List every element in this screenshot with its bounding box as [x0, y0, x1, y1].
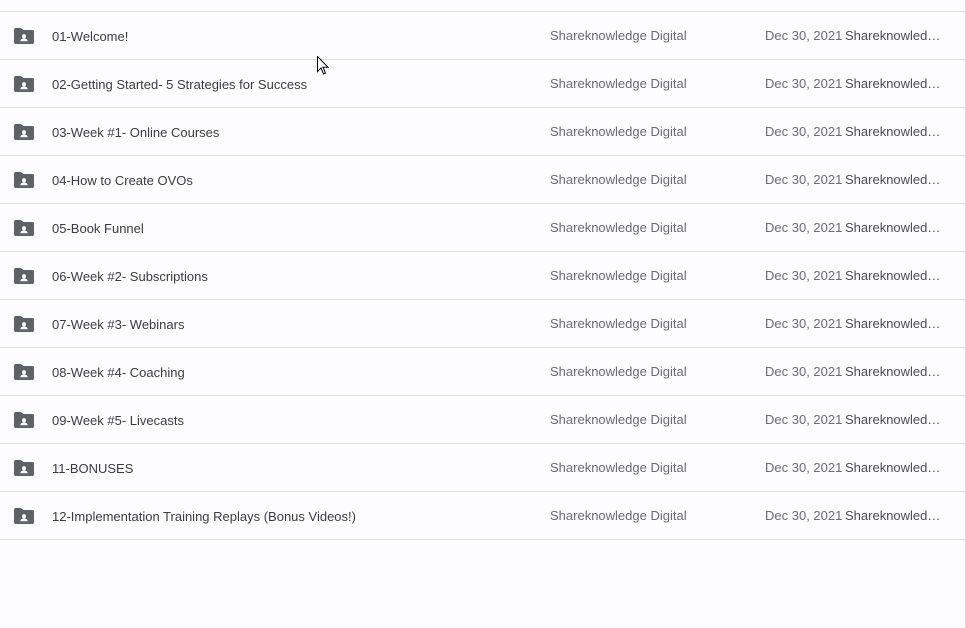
folder-name[interactable]: 01-Welcome! [52, 12, 128, 59]
folder-row[interactable]: 02-Getting Started- 5 Strategies for Suc… [0, 60, 965, 108]
folder-owner: Shareknowledge Digital [550, 124, 687, 139]
folder-owner: Shareknowledge Digital [550, 460, 687, 475]
folder-modified-date: Dec 30, 2021 [765, 460, 843, 475]
folder-modified-by: Shareknowledge Digital [845, 172, 943, 187]
folder-row[interactable]: 05-Book Funnel Shareknowledge Digital De… [0, 204, 965, 252]
folder-name[interactable]: 09-Week #5- Livecasts [52, 396, 184, 443]
folder-modified-date: Dec 30, 2021 [765, 124, 843, 139]
folder-modified-date: Dec 30, 2021 [765, 268, 843, 283]
folder-name[interactable]: 11-BONUSES [52, 444, 133, 491]
folder-name[interactable]: 02-Getting Started- 5 Strategies for Suc… [52, 60, 307, 107]
folder-owner: Shareknowledge Digital [550, 508, 687, 523]
folder-owner: Shareknowledge Digital [550, 172, 687, 187]
shared-folder-icon [14, 268, 34, 284]
folder-row[interactable]: 08-Week #4- Coaching Shareknowledge Digi… [0, 348, 965, 396]
folder-row[interactable]: 07-Week #3- Webinars Shareknowledge Digi… [0, 300, 965, 348]
folder-row[interactable]: 11-BONUSES Shareknowledge Digital Dec 30… [0, 444, 965, 492]
folder-modified-date: Dec 30, 2021 [765, 76, 843, 91]
folder-modified-by: Shareknowledge Digital [845, 508, 943, 523]
folder-owner: Shareknowledge Digital [550, 412, 687, 427]
folder-modified-by: Shareknowledge Digital [845, 412, 943, 427]
shared-folder-icon [14, 76, 34, 92]
file-list-view: 01-Welcome! Shareknowledge Digital Dec 3… [0, 0, 966, 628]
shared-folder-icon [14, 460, 34, 476]
folder-modified-by: Shareknowledge Digital [845, 76, 943, 91]
folder-modified-date: Dec 30, 2021 [765, 316, 843, 331]
folder-modified-date: Dec 30, 2021 [765, 508, 843, 523]
folder-row[interactable]: 01-Welcome! Shareknowledge Digital Dec 3… [0, 12, 965, 60]
folder-name[interactable]: 12-Implementation Training Replays (Bonu… [52, 492, 356, 539]
folder-modified-by: Shareknowledge Digital [845, 124, 943, 139]
folder-name[interactable]: 03-Week #1- Online Courses [52, 108, 219, 155]
folder-modified-by: Shareknowledge Digital [845, 460, 943, 475]
folder-modified-by: Shareknowledge Digital [845, 220, 943, 235]
folder-owner: Shareknowledge Digital [550, 28, 687, 43]
folder-modified-date: Dec 30, 2021 [765, 412, 843, 427]
folder-name[interactable]: 06-Week #2- Subscriptions [52, 252, 208, 299]
shared-folder-icon [14, 508, 34, 524]
folder-owner: Shareknowledge Digital [550, 268, 687, 283]
shared-folder-icon [14, 316, 34, 332]
folder-row[interactable]: 06-Week #2- Subscriptions Shareknowledge… [0, 252, 965, 300]
folder-name[interactable]: 07-Week #3- Webinars [52, 300, 184, 347]
folder-name[interactable]: 04-How to Create OVOs [52, 156, 193, 203]
folder-owner: Shareknowledge Digital [550, 364, 687, 379]
folder-name[interactable]: 08-Week #4- Coaching [52, 348, 185, 395]
shared-folder-icon [14, 28, 34, 44]
folder-row[interactable]: 03-Week #1- Online Courses Shareknowledg… [0, 108, 965, 156]
folder-row[interactable]: 09-Week #5- Livecasts Shareknowledge Dig… [0, 396, 965, 444]
folder-name[interactable]: 05-Book Funnel [52, 204, 144, 251]
shared-folder-icon [14, 172, 34, 188]
folder-owner: Shareknowledge Digital [550, 220, 687, 235]
folder-modified-date: Dec 30, 2021 [765, 220, 843, 235]
shared-folder-icon [14, 220, 34, 236]
folder-row[interactable]: 04-How to Create OVOs Shareknowledge Dig… [0, 156, 965, 204]
folder-modified-date: Dec 30, 2021 [765, 28, 843, 43]
shared-folder-icon [14, 364, 34, 380]
folder-list: 01-Welcome! Shareknowledge Digital Dec 3… [0, 12, 965, 540]
folder-modified-date: Dec 30, 2021 [765, 172, 843, 187]
folder-owner: Shareknowledge Digital [550, 76, 687, 91]
folder-modified-by: Shareknowledge Digital [845, 316, 943, 331]
shared-folder-icon [14, 412, 34, 428]
folder-row[interactable]: 12-Implementation Training Replays (Bonu… [0, 492, 965, 540]
folder-modified-by: Shareknowledge Digital [845, 28, 943, 43]
folder-modified-by: Shareknowledge Digital [845, 268, 943, 283]
folder-modified-date: Dec 30, 2021 [765, 364, 843, 379]
folder-owner: Shareknowledge Digital [550, 316, 687, 331]
shared-folder-icon [14, 124, 34, 140]
folder-modified-by: Shareknowledge Digital [845, 364, 943, 379]
